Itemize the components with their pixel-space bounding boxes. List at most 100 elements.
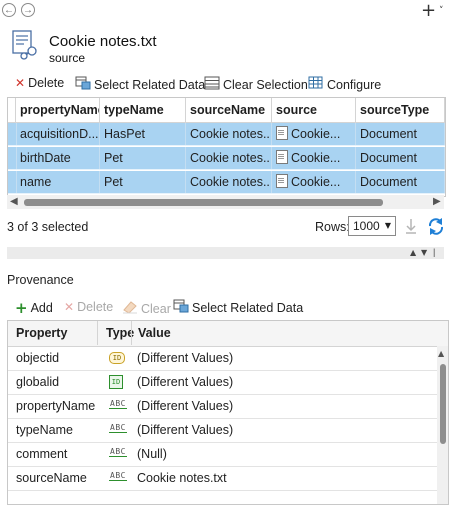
cell-propertyname[interactable]: name: [16, 171, 100, 193]
cell-source[interactable]: Cookie...: [272, 171, 356, 193]
download-icon[interactable]: [404, 217, 418, 238]
column-header-value[interactable]: Value: [131, 321, 171, 345]
provenance-delete-button[interactable]: ✕ Delete: [64, 300, 113, 314]
attribute-table: propertyName typeName sourceName source …: [7, 97, 446, 197]
cell-sourcetype[interactable]: Document: [356, 171, 445, 193]
column-header-propertyname[interactable]: propertyName: [16, 98, 100, 122]
column-header-sourcetype[interactable]: sourceType: [356, 98, 445, 122]
vertical-scrollbar[interactable]: ▲: [437, 346, 448, 504]
cell-sourcename[interactable]: Cookie notes...: [186, 147, 272, 169]
text-type-icon: ABC: [109, 423, 127, 433]
back-button[interactable]: ←: [2, 3, 16, 17]
add-label: Add: [30, 301, 53, 315]
property-value[interactable]: (Different Values): [131, 418, 233, 442]
back-arrow-icon: ←: [4, 5, 14, 16]
list-item[interactable]: objectid ID (Different Values): [8, 346, 437, 371]
scroll-up-icon[interactable]: ▲: [438, 349, 444, 358]
cell-typename[interactable]: Pet: [100, 147, 186, 169]
scrollbar-thumb[interactable]: [24, 199, 383, 206]
chevron-down-icon: ▼: [384, 221, 391, 230]
select-related-data-button[interactable]: Select Related Data: [75, 76, 205, 93]
property-name: typeName: [16, 423, 73, 437]
panel-splitter[interactable]: ▲ ▼ |: [7, 247, 444, 259]
clear-label: Clear: [141, 301, 171, 316]
delete-x-icon: ✕: [64, 300, 75, 314]
document-link-icon: [11, 30, 41, 63]
cell-typename[interactable]: Pet: [100, 171, 186, 193]
document-icon: [276, 150, 288, 164]
clear-button[interactable]: Clear: [122, 300, 171, 317]
table-row[interactable]: acquisitionD... HasPet Cookie notes... C…: [8, 123, 445, 146]
page-subtitle: source: [49, 51, 86, 65]
collapse-up-icon[interactable]: ▲: [410, 248, 416, 257]
list-item[interactable]: propertyName ABC (Different Values): [8, 394, 437, 419]
clear-selection-icon: [204, 76, 220, 93]
configure-table-icon: [308, 76, 324, 93]
property-name: comment: [16, 447, 68, 461]
column-header-sourcename[interactable]: sourceName: [186, 98, 272, 122]
cell-sourcetype[interactable]: Document: [356, 123, 445, 145]
configure-button[interactable]: Configure: [308, 76, 381, 93]
collapse-down-icon[interactable]: ▼: [421, 248, 427, 257]
rows-label: Rows:: [315, 220, 350, 234]
property-value[interactable]: (Different Values): [131, 370, 233, 394]
scrollbar-thumb[interactable]: [440, 364, 446, 444]
scroll-right-icon[interactable]: ▶: [433, 195, 441, 209]
forward-button[interactable]: →: [21, 3, 35, 17]
list-item[interactable]: typeName ABC (Different Values): [8, 418, 437, 443]
property-name: sourceName: [16, 471, 87, 485]
grip-icon[interactable]: |: [433, 247, 435, 257]
eraser-icon: [122, 300, 138, 317]
section-title-provenance: Provenance: [7, 273, 74, 287]
clear-selection-button[interactable]: Clear Selection: [204, 76, 308, 93]
cell-propertyname[interactable]: acquisitionD...: [16, 123, 100, 145]
row-header-corner: [8, 98, 16, 122]
list-item[interactable]: globalid ID (Different Values): [8, 370, 437, 395]
column-header-typename[interactable]: typeName: [100, 98, 186, 122]
cell-source[interactable]: Cookie...: [272, 147, 356, 169]
document-icon: [276, 126, 288, 140]
chevron-down-icon[interactable]: ˅: [439, 6, 444, 16]
cell-source-text: Cookie...: [291, 151, 341, 165]
selection-count: 3 of 3 selected: [7, 220, 89, 234]
add-icon[interactable]: +: [421, 0, 436, 21]
cell-propertyname[interactable]: birthDate: [16, 147, 100, 169]
table-row[interactable]: name Pet Cookie notes... Cookie... Docum…: [8, 171, 445, 194]
refresh-icon[interactable]: [427, 216, 445, 239]
cell-typename[interactable]: HasPet: [100, 123, 186, 145]
horizontal-scrollbar[interactable]: ◀ ▶: [7, 195, 444, 209]
cell-source-text: Cookie...: [291, 175, 341, 189]
cell-source[interactable]: Cookie...: [272, 123, 356, 145]
cell-sourcetype[interactable]: Document: [356, 147, 445, 169]
scroll-left-icon[interactable]: ◀: [10, 195, 18, 209]
rows-select-value: 1000: [353, 219, 380, 233]
configure-label: Configure: [327, 77, 382, 92]
page-title: Cookie notes.txt: [49, 33, 157, 50]
delete-button[interactable]: ✕ Delete: [15, 76, 64, 90]
text-type-icon: ABC: [109, 447, 127, 457]
select-related-icon: [75, 76, 91, 93]
cell-sourcename[interactable]: Cookie notes...: [186, 123, 272, 145]
object-id-icon: ID: [109, 352, 125, 364]
list-item[interactable]: comment ABC (Null): [8, 442, 437, 467]
table-row[interactable]: birthDate Pet Cookie notes... Cookie... …: [8, 147, 445, 170]
provenance-table-header: Property Type Value: [8, 321, 448, 347]
provenance-select-related-button[interactable]: Select Related Data: [173, 299, 303, 316]
property-value[interactable]: (Different Values): [131, 394, 233, 418]
text-type-icon: ABC: [109, 471, 127, 481]
cell-sourcename[interactable]: Cookie notes...: [186, 171, 272, 193]
property-value[interactable]: Cookie notes.txt: [131, 466, 227, 490]
property-value[interactable]: (Null): [131, 442, 167, 466]
column-header-property[interactable]: Property: [8, 321, 67, 345]
table-header: propertyName typeName sourceName source …: [8, 98, 445, 123]
rows-select[interactable]: 1000 ▼: [348, 216, 396, 236]
list-item[interactable]: sourceName ABC Cookie notes.txt: [8, 466, 437, 491]
clear-selection-label: Clear Selection: [223, 77, 308, 92]
property-value[interactable]: (Different Values): [131, 346, 233, 370]
add-button[interactable]: + Add: [15, 299, 53, 317]
provenance-table: Property Type Value objectid ID (Differe…: [7, 320, 449, 505]
select-related-label: Select Related Data: [94, 77, 206, 92]
delete-label: Delete: [28, 76, 65, 90]
column-header-type[interactable]: Type: [97, 321, 134, 345]
column-header-source[interactable]: source: [272, 98, 356, 122]
